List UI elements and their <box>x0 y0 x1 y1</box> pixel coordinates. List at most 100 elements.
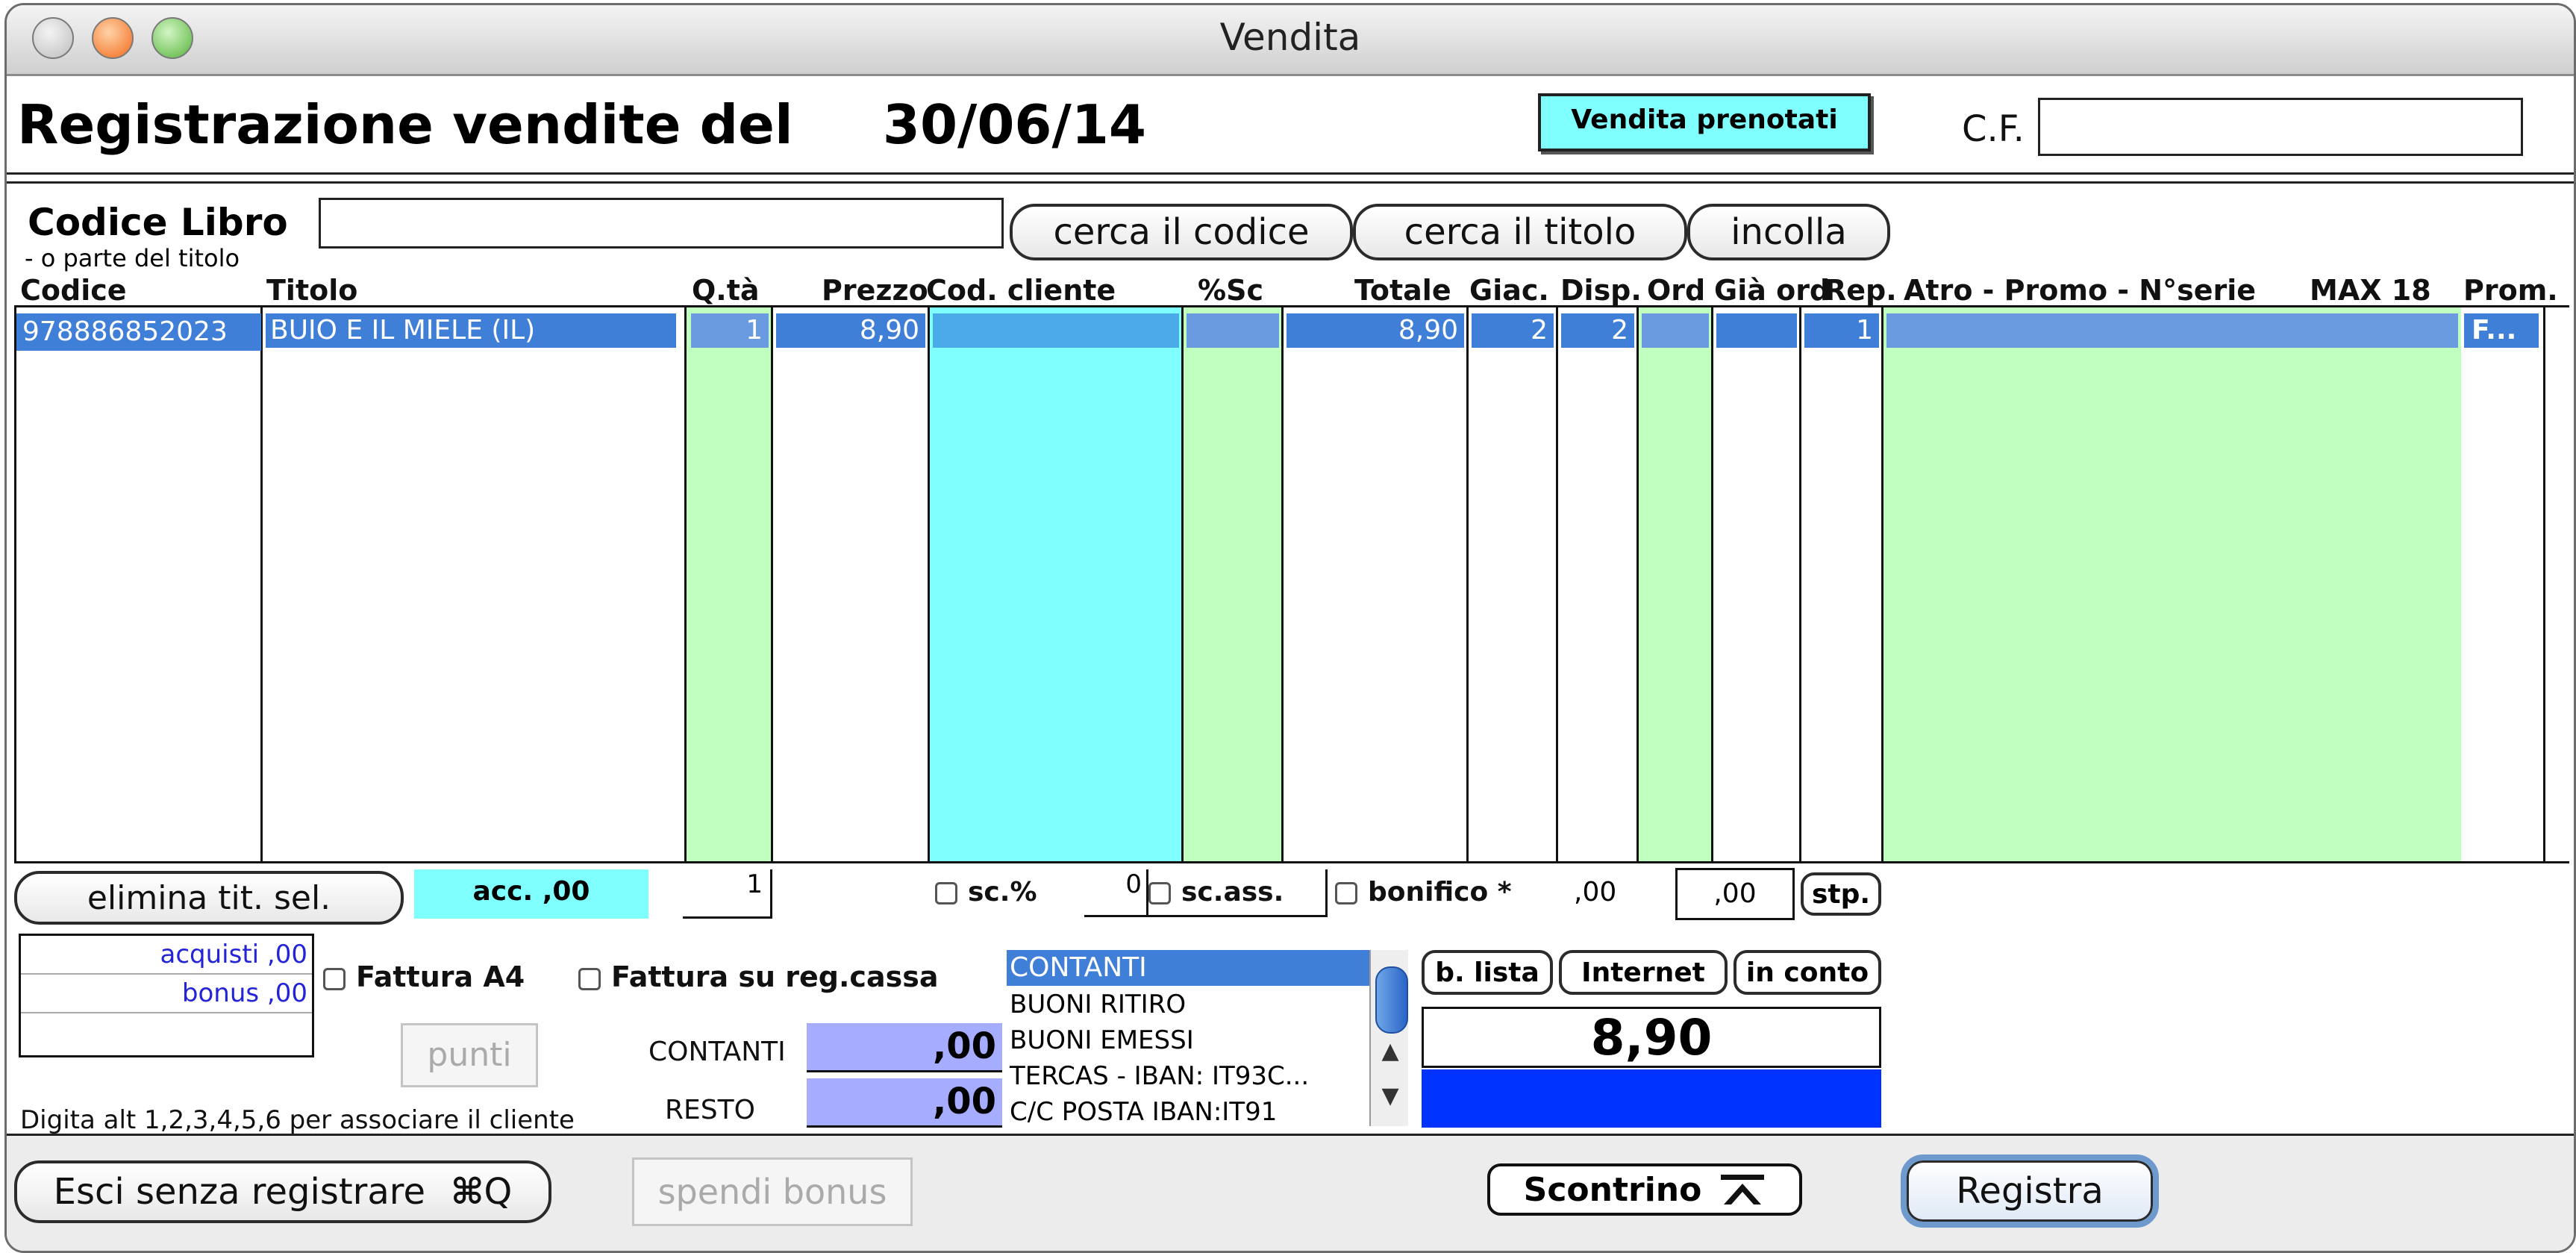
sc-pct-checkbox[interactable] <box>935 882 957 904</box>
resto-label: RESTO <box>665 1095 755 1125</box>
internet-button[interactable]: Internet <box>1559 950 1728 995</box>
scontrino-label: Scontrino <box>1523 1170 1702 1209</box>
payment-method-item[interactable]: BUONI EMESSI <box>1007 1022 1369 1057</box>
payment-method-list[interactable]: CONTANTI BUONI RITIRO BUONI EMESSI TERCA… <box>1007 950 1369 1126</box>
col-sc <box>1184 307 1284 861</box>
exit-shortcut: Q <box>484 1171 513 1213</box>
exit-button[interactable]: Esci senza registrare ⌘ Q <box>14 1160 551 1223</box>
scroll-up-icon[interactable]: ▲ <box>1371 1038 1410 1064</box>
col-qta <box>687 307 773 861</box>
cell-qta: 1 <box>691 313 769 348</box>
bonifico-label: bonifico * <box>1368 877 1512 907</box>
sc-ass-box <box>1148 869 1328 917</box>
bonifico-value[interactable]: ,00 <box>1574 877 1616 907</box>
sale-date: 30/06/14 <box>882 93 1147 156</box>
customer-box: acquisti ,00 bonus ,00 <box>19 934 314 1057</box>
resto-value: ,00 <box>807 1078 1002 1128</box>
cell-totale: 8,90 <box>1287 313 1464 348</box>
paste-button[interactable]: incolla <box>1687 204 1890 260</box>
col-header-giac: Giac. <box>1469 274 1549 307</box>
bonifico-option[interactable]: bonifico * <box>1335 877 1512 907</box>
contanti-label: CONTANTI <box>648 1037 786 1067</box>
cell-prezzo: 8,90 <box>776 313 925 348</box>
col-header-prezzo: Prezzo <box>822 274 928 307</box>
book-code-input[interactable] <box>319 198 1004 249</box>
search-title-button[interactable]: cerca il titolo <box>1353 204 1687 260</box>
booked-sales-button[interactable]: Vendita prenotati <box>1538 93 1871 151</box>
customer-hint: Digita alt 1,2,3,4,5,6 per associare il … <box>20 1105 575 1135</box>
fattura-a4-checkbox[interactable] <box>323 967 346 990</box>
header-divider-2 <box>7 181 2574 184</box>
extra-value-field[interactable]: ,00 <box>1675 868 1795 920</box>
cell-codice: 978886852023 <box>16 313 261 351</box>
table-row[interactable]: 978886852023 BUIO E IL MIELE (IL) 1 8,90… <box>16 313 2543 351</box>
sc-pct-value[interactable]: 0 <box>1084 869 1148 917</box>
sc-pct-option[interactable]: sc.% <box>935 877 1037 907</box>
col-codice <box>16 307 263 861</box>
window-title: Vendita <box>1219 16 1361 59</box>
apple-command-icon: ⌘ <box>451 1171 484 1213</box>
col-totale <box>1284 307 1469 861</box>
acquisti-value: acquisti ,00 <box>21 936 312 975</box>
col-header-cod-cliente: Cod. cliente <box>926 274 1116 307</box>
payment-method-item[interactable]: C/C POSTA IBAN:IT91 <box>1007 1093 1369 1126</box>
col-gia-ord <box>1713 307 1801 861</box>
punti-button[interactable]: punti <box>401 1023 538 1087</box>
cf-label: C.F. <box>1962 108 2025 150</box>
status-bar <box>1422 1069 1881 1128</box>
sc-pct-label: sc.% <box>968 877 1037 907</box>
cell-ord <box>1642 313 1709 348</box>
cf-input[interactable] <box>2038 98 2523 156</box>
b-lista-button[interactable]: b. lista <box>1422 950 1553 995</box>
title-bar: Vendita <box>7 5 2574 76</box>
page-title: Registrazione vendite del 30/06/14 <box>17 93 1146 156</box>
col-disp <box>1558 307 1639 861</box>
col-header-codice: Codice <box>20 274 127 307</box>
cell-giac: 2 <box>1472 313 1554 348</box>
fattura-a4-label: Fattura A4 <box>356 960 525 993</box>
scroll-down-icon[interactable]: ▼ <box>1371 1083 1410 1109</box>
col-cod-cliente <box>930 307 1184 861</box>
in-conto-button[interactable]: in conto <box>1734 950 1881 995</box>
cell-gia-ord <box>1716 313 1797 348</box>
stp-button[interactable]: stp. <box>1801 872 1881 916</box>
col-rep <box>1801 307 1883 861</box>
col-header-ord: Ord <box>1647 274 1706 307</box>
sales-table[interactable]: 978886852023 BUIO E IL MIELE (IL) 1 8,90… <box>14 305 2569 863</box>
delete-selected-button[interactable]: elimina tit. sel. <box>14 871 404 925</box>
cell-titolo: BUIO E IL MIELE (IL) <box>266 313 676 348</box>
fattura-cassa-option[interactable]: Fattura su reg.cassa <box>578 960 938 993</box>
qty-field[interactable]: 1 <box>683 869 772 919</box>
col-header-max: MAX 18 <box>2310 274 2431 307</box>
payment-method-item[interactable]: CONTANTI <box>1007 950 1369 986</box>
exit-label: Esci senza registrare <box>53 1171 426 1213</box>
cell-sc <box>1187 313 1279 348</box>
register-button[interactable]: Registra <box>1901 1154 2159 1228</box>
total-display: 8,90 <box>1422 1007 1881 1068</box>
col-header-prom: Prom. <box>2463 274 2558 307</box>
col-header-totale: Totale <box>1354 274 1451 307</box>
cell-cod-cliente <box>933 313 1179 348</box>
cell-disp: 2 <box>1561 313 1634 348</box>
scontrino-button[interactable]: Scontrino <box>1487 1163 1802 1216</box>
table-scrollbar[interactable] <box>2543 307 2569 861</box>
col-titolo <box>263 307 687 861</box>
payment-method-item[interactable]: TERCAS - IBAN: IT93C... <box>1007 1057 1369 1093</box>
bonifico-checkbox[interactable] <box>1335 882 1357 904</box>
cell-prom: F... <box>2464 313 2539 348</box>
vendita-window: Vendita Registrazione vendite del 30/06/… <box>4 3 2576 1253</box>
search-label: Codice Libro <box>28 201 288 244</box>
search-code-button[interactable]: cerca il codice <box>1010 204 1353 260</box>
contanti-input[interactable]: ,00 <box>807 1023 1002 1072</box>
col-header-sc: %Sc <box>1198 274 1263 307</box>
col-prom <box>2461 307 2543 861</box>
payment-list-scrollbar[interactable]: ▲ ▼ <box>1369 950 1408 1126</box>
col-altro <box>1883 307 2461 861</box>
scroll-thumb[interactable] <box>1375 966 1408 1034</box>
bonus-value: bonus ,00 <box>21 975 312 1013</box>
fattura-cassa-checkbox[interactable] <box>578 967 601 990</box>
fattura-a4-option[interactable]: Fattura A4 <box>323 960 525 993</box>
spend-bonus-button[interactable]: spendi bonus <box>632 1157 913 1226</box>
scontrino-shortcut-icon <box>1721 1175 1765 1204</box>
payment-method-item[interactable]: BUONI RITIRO <box>1007 986 1369 1022</box>
